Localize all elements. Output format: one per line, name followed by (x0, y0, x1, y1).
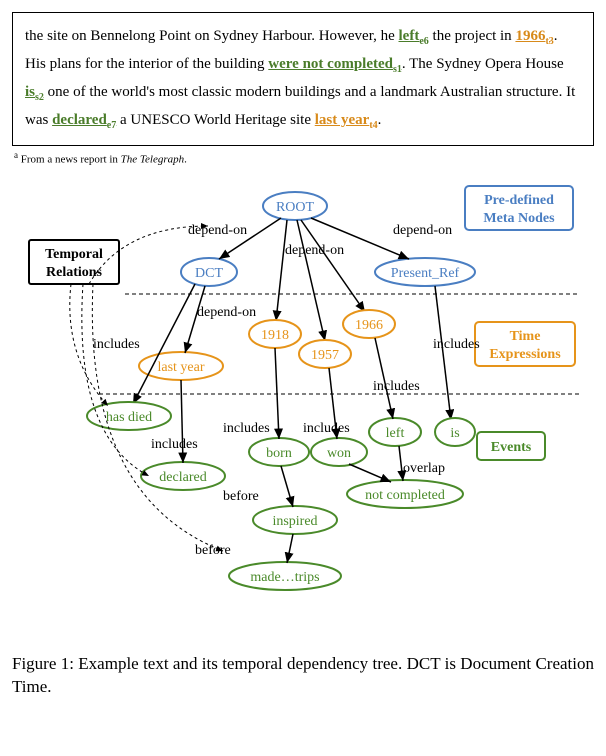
svg-text:ROOT: ROOT (276, 200, 315, 215)
label-dependon-2: depend-on (285, 243, 344, 258)
label-includes-1: includes (93, 337, 140, 352)
svg-text:1957: 1957 (311, 348, 339, 363)
footnote: a From a news report in The Telegraph. (12, 150, 594, 166)
label-includes-3: includes (151, 437, 198, 452)
figure-caption: Figure 1: Example text and its temporal … (12, 652, 594, 700)
para-mid3: . The Sydney Opera House (402, 56, 564, 72)
svg-text:made…trips: made…trips (250, 570, 319, 585)
label-dependon-3: depend-on (393, 223, 452, 238)
svg-text:Meta Nodes: Meta Nodes (483, 211, 555, 226)
svg-text:inspired: inspired (272, 514, 317, 529)
label-dependon-4: depend-on (197, 305, 256, 320)
label-includes-2: includes (433, 337, 480, 352)
para-pre: the site on Bennelong Point on Sydney Ha… (25, 28, 399, 44)
para-mid5: a UNESCO World Heritage site (116, 112, 314, 128)
time-1966: 1966t3 (515, 28, 553, 44)
svg-text:not completed: not completed (365, 488, 445, 503)
event-is: iss2 (25, 84, 44, 100)
svg-text:1966: 1966 (355, 318, 383, 333)
svg-text:last year: last year (157, 360, 204, 375)
svg-text:Temporal: Temporal (45, 247, 103, 262)
label-dependon-1: depend-on (188, 223, 247, 238)
para-mid1: the project in (429, 28, 516, 44)
label-before-1: before (223, 489, 259, 504)
svg-text:1918: 1918 (261, 328, 289, 343)
time-lastyear: last yeart4 (315, 112, 378, 128)
example-text-box: the site on Bennelong Point on Sydney Ha… (12, 12, 594, 146)
svg-text:left: left (386, 426, 405, 441)
dependency-tree-diagram: Pre-defined Meta Nodes Temporal Relation… (23, 176, 583, 636)
svg-text:Present_Ref: Present_Ref (391, 266, 460, 281)
svg-text:DCT: DCT (195, 266, 223, 281)
svg-text:Relations: Relations (46, 265, 103, 280)
svg-text:Pre-defined: Pre-defined (484, 193, 554, 208)
para-post: . (378, 112, 382, 128)
label-overlap-1: overlap (403, 461, 445, 476)
svg-text:is: is (450, 426, 459, 441)
event-left: lefte6 (399, 28, 429, 44)
event-declared: declarede7 (52, 112, 116, 128)
svg-text:born: born (266, 446, 292, 461)
label-includes-6: includes (373, 379, 420, 394)
svg-text:Time: Time (510, 329, 541, 344)
svg-text:Events: Events (491, 440, 532, 455)
label-includes-5: includes (303, 421, 350, 436)
svg-text:won: won (327, 446, 351, 461)
svg-text:declared: declared (159, 470, 206, 485)
event-notcompleted: were not completeds1 (268, 56, 402, 72)
label-includes-4: includes (223, 421, 270, 436)
svg-text:has died: has died (106, 410, 152, 425)
svg-text:Expressions: Expressions (489, 347, 561, 362)
label-before-2: before (195, 543, 231, 558)
